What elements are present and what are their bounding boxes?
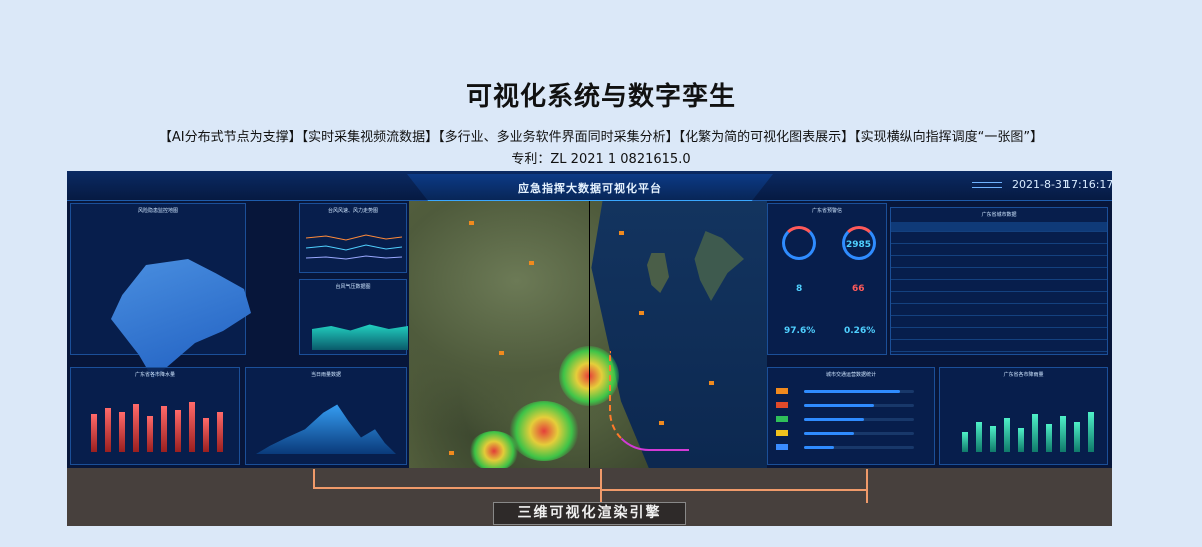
daily-rainfall-panel: 当日雨量数据 [245, 367, 407, 465]
category-tag [776, 444, 788, 450]
location-marker[interactable] [499, 351, 504, 355]
system-title: 应急指挥大数据可视化平台 [518, 182, 662, 195]
bar [175, 410, 181, 452]
panel-title: 广东省各市降水量 [134, 372, 175, 378]
bar [976, 422, 982, 452]
location-marker[interactable] [659, 421, 664, 425]
bar-fill [804, 390, 900, 393]
typhoon-pressure-panel: 台风气压数据图 [299, 279, 408, 355]
typhoon-track [609, 351, 689, 451]
page-title: 可视化系统与数字孪生 [465, 82, 736, 112]
pressure-wave-chart [312, 324, 408, 350]
location-marker[interactable] [709, 381, 714, 385]
bar [105, 408, 111, 452]
dashboard-time: 17:16:17 [1064, 178, 1112, 191]
bar [189, 402, 195, 452]
table-row[interactable] [891, 330, 1107, 340]
panel-title: 广东省预警信 [811, 208, 842, 214]
bar [1074, 422, 1080, 452]
bracket-left [313, 469, 602, 489]
panel-title: 台风风速、风力走势图 [327, 208, 378, 214]
location-marker[interactable] [529, 261, 534, 265]
bar-fill [804, 446, 834, 449]
table-row[interactable] [891, 294, 1107, 304]
city-data-table: 广东省城市数据 [890, 207, 1108, 355]
table-row[interactable] [891, 270, 1107, 280]
table-row[interactable] [891, 282, 1107, 292]
panel-title: 广东省城市数据 [981, 212, 1017, 218]
table-row[interactable] [891, 258, 1107, 268]
panel-title: 当日雨量数据 [310, 372, 341, 378]
bar-fill [804, 418, 864, 421]
location-marker[interactable] [449, 451, 454, 455]
category-tag [776, 430, 788, 436]
rainfall-bar-chart [960, 392, 1100, 452]
guangdong-map[interactable] [111, 259, 251, 379]
bar [1032, 414, 1038, 452]
dashboard-screen: 应急指挥大数据可视化平台 2021-8-31 17:16:17 风险隐患监控地图… [67, 171, 1112, 468]
bar-fill [804, 404, 874, 407]
kpi-value: 66 [852, 284, 865, 294]
table-row[interactable] [891, 318, 1107, 328]
table-row[interactable] [891, 306, 1107, 316]
dashboard-date: 2021-8-31 [1012, 178, 1069, 191]
table-row[interactable] [891, 342, 1107, 352]
table-row[interactable] [891, 246, 1107, 256]
table-row[interactable] [891, 234, 1107, 244]
bar [1088, 412, 1094, 452]
patent-number: 专利：ZL 2021 1 0821615.0 [511, 152, 691, 167]
city-rainfall-panel: 广东省各市降水量 [70, 367, 240, 465]
bar [1046, 424, 1052, 452]
table-header-row [891, 222, 1107, 232]
warning-kpi-panel: 广东省预警信 2985 8 66 97.6% 0.26% [767, 203, 887, 355]
bar [203, 418, 209, 452]
category-tag [776, 388, 788, 394]
bar [119, 412, 125, 452]
bar [161, 406, 167, 452]
bar-fill [804, 432, 854, 435]
screen-seam [589, 201, 590, 468]
panel-title: 城市交通运营数据统计 [825, 372, 876, 378]
wind-line-chart [306, 234, 402, 260]
bar [1060, 416, 1066, 452]
typhoon-wind-panel: 台风风速、风力走势图 [299, 203, 407, 273]
category-tag [776, 416, 788, 422]
bracket-right-tick [866, 469, 868, 489]
panel-title: 台风气压数据图 [335, 284, 371, 290]
bar [990, 426, 996, 452]
bar [217, 412, 223, 452]
bar [133, 404, 139, 452]
category-tag [776, 402, 788, 408]
video-wall-image: 应急指挥大数据可视化平台 2021-8-31 17:16:17 风险隐患监控地图… [67, 171, 1112, 526]
dashboard-topbar: 应急指挥大数据可视化平台 2021-8-31 17:16:17 [67, 171, 1112, 202]
kpi-value: 2985 [846, 240, 872, 250]
bracket-right [600, 489, 868, 503]
clock-decoration [972, 182, 1002, 188]
kpi-value: 8 [796, 284, 803, 294]
location-marker[interactable] [469, 221, 474, 225]
kpi-value: 0.26% [844, 326, 876, 336]
location-marker[interactable] [639, 311, 644, 315]
bar [91, 414, 97, 452]
kpi-ring [782, 226, 816, 260]
location-marker[interactable] [619, 231, 624, 235]
panel-title: 广东省各市降雨量 [1003, 372, 1044, 378]
radar-echo [509, 401, 579, 461]
rainfall-area-chart [256, 404, 396, 454]
feature-subtitle: 【AI分布式节点为支撑】【实时采集视频流数据】【多行业、多业务软件界面同时采集分… [158, 130, 1044, 145]
traffic-stats-panel: 城市交通运营数据统计 [767, 367, 935, 465]
bar [1018, 428, 1024, 452]
bar [962, 432, 968, 452]
satellite-map[interactable] [409, 201, 767, 468]
panel-title: 风险隐患监控地图 [137, 208, 178, 214]
risk-map-panel: 风险隐患监控地图 [70, 203, 251, 379]
right-rainfall-panel: 广东省各市降雨量 [939, 367, 1108, 465]
bar [1004, 418, 1010, 452]
rainfall-bar-chart [89, 392, 229, 452]
bar [147, 416, 153, 452]
render-engine-label: 三维可视化渲染引擎 [493, 502, 686, 525]
radar-echo [469, 431, 519, 468]
kpi-value: 97.6% [784, 326, 816, 336]
